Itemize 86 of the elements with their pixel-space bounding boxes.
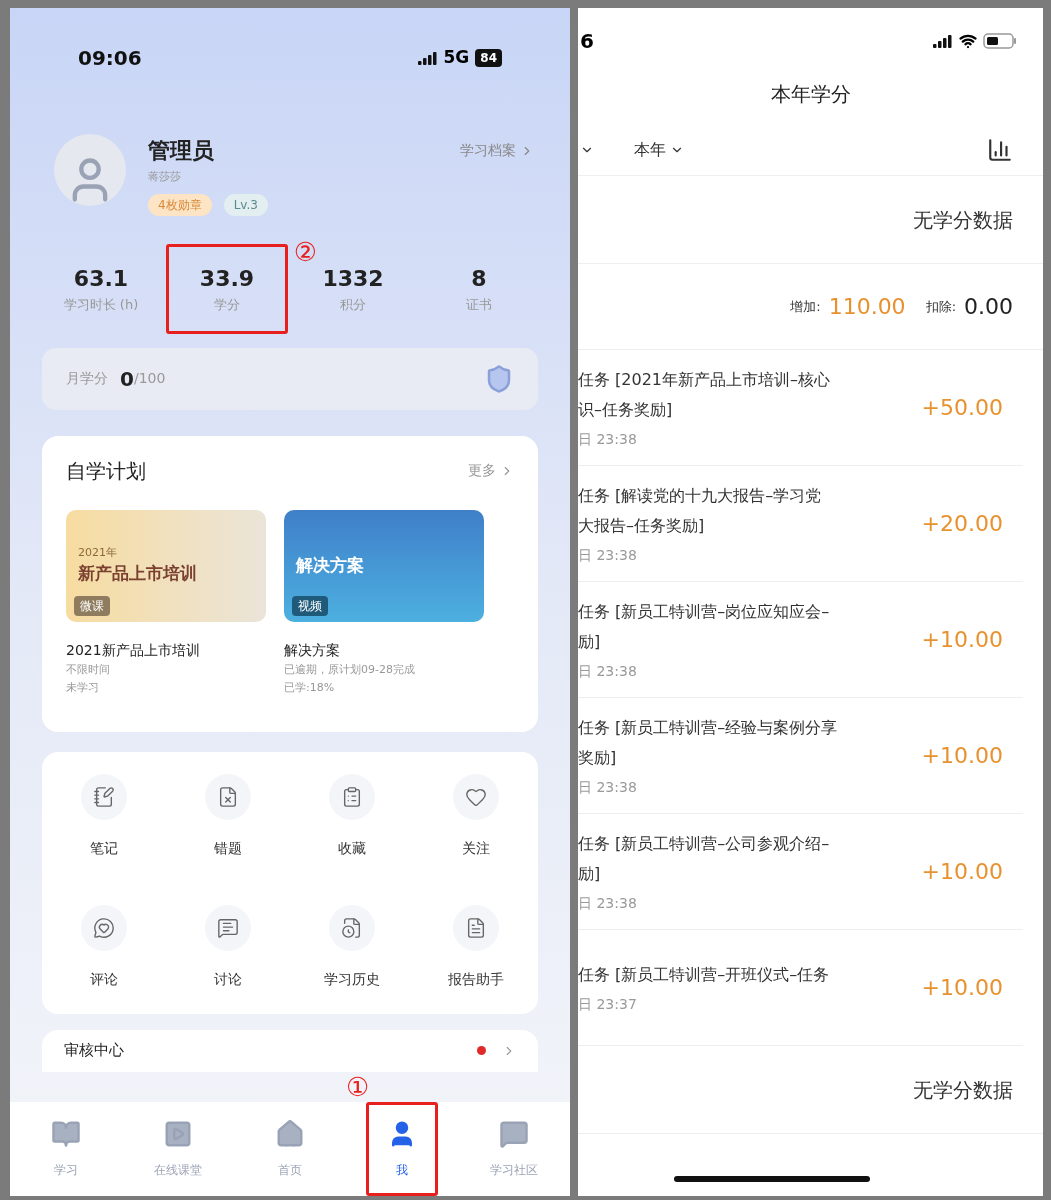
course-banner[interactable]: 解决方案 视频 bbox=[284, 509, 484, 622]
credit-record[interactable]: 任务 [解读党的十九大报告–学习党 大报告–任务奖励] 日 23:38 +20.00 bbox=[578, 466, 1023, 582]
record-time: 日 23:38 bbox=[578, 546, 638, 565]
record-amount: +10.00 bbox=[921, 858, 1003, 886]
credit-record[interactable]: 任务 [2021年新产品上市培训–核心 识–任务奖励] 日 23:38 +50.00 bbox=[578, 350, 1023, 466]
record-title: 任务 [新员工特训营–经验与案例分享 bbox=[578, 717, 839, 739]
shortcut-item[interactable]: 笔记 bbox=[42, 773, 166, 883]
page-title: 本年学分 bbox=[770, 81, 851, 108]
signal-icon bbox=[417, 51, 438, 65]
shortcut-item[interactable]: 错题 bbox=[166, 773, 290, 883]
user-subtitle: 蒋莎莎 bbox=[148, 169, 182, 185]
credit-record[interactable]: 任务 [新员工特训营–开班仪式–任务 日 23:37 +10.00 bbox=[578, 930, 1023, 1046]
course-status: 不限时间 bbox=[66, 661, 111, 678]
empty-message: 无学分数据 bbox=[913, 206, 1013, 234]
course-title[interactable]: 2021新产品上市培训 bbox=[66, 639, 266, 661]
medal-badge: 4枚勋章 bbox=[148, 193, 212, 216]
signal-icon bbox=[933, 34, 953, 48]
battery-indicator: 84 bbox=[475, 49, 502, 67]
annotation-number: ② bbox=[293, 238, 317, 265]
record-amount: +50.00 bbox=[921, 394, 1003, 422]
course-tag: 微课 bbox=[74, 595, 110, 616]
record-amount: +20.00 bbox=[921, 510, 1003, 538]
tab[interactable]: 我 bbox=[366, 1102, 438, 1196]
record-title: 任务 [新员工特训营–岗位应知应会– bbox=[578, 601, 831, 623]
shortcut-item[interactable]: 报告助手 bbox=[414, 904, 538, 1014]
bar-chart-icon[interactable] bbox=[987, 136, 1013, 163]
document-clock-icon bbox=[341, 916, 363, 939]
record-title: 任务 [2021年新产品上市培训–核心 bbox=[578, 369, 832, 391]
stat-item[interactable]: 1332 积分 bbox=[315, 243, 391, 334]
document-x-icon bbox=[217, 785, 239, 808]
record-amount: +10.00 bbox=[921, 626, 1003, 654]
annotation-number: ① bbox=[346, 1074, 370, 1100]
record-time: 日 23:38 bbox=[578, 778, 638, 797]
add-value: 110.00 bbox=[828, 293, 906, 321]
record-amount: +10.00 bbox=[921, 742, 1003, 770]
wifi-icon bbox=[959, 32, 977, 50]
notebook-icon bbox=[93, 785, 115, 808]
shortcut-item[interactable]: 收藏 bbox=[290, 773, 414, 883]
record-amount: +10.00 bbox=[921, 974, 1003, 1002]
chat-icon bbox=[499, 1119, 529, 1149]
shortcut-item[interactable]: 学习历史 bbox=[290, 904, 414, 1014]
review-card[interactable]: 审核中心 bbox=[42, 1029, 538, 1072]
chat-heart-icon bbox=[93, 916, 115, 939]
record-title: 励] bbox=[578, 631, 602, 653]
record-title: 任务 [新员工特训营–公司参观介绍– bbox=[578, 833, 831, 855]
record-title: 任务 [解读党的十九大报告–学习党 bbox=[578, 485, 823, 507]
record-time: 日 23:38 bbox=[578, 662, 638, 681]
status-time: 6 bbox=[580, 28, 594, 55]
shortcut-item[interactable]: 评论 bbox=[42, 904, 166, 1014]
course-tag: 视频 bbox=[292, 595, 328, 616]
course-title[interactable]: 解决方案 bbox=[284, 639, 484, 661]
status-time: 09:06 bbox=[78, 45, 142, 72]
record-title: 励] bbox=[578, 863, 602, 885]
record-time: 日 23:38 bbox=[578, 430, 638, 449]
deduct-label: 扣除: bbox=[925, 297, 956, 316]
document-lines-icon bbox=[465, 916, 487, 939]
record-time: 日 23:37 bbox=[578, 995, 638, 1014]
record-time: 日 23:38 bbox=[578, 894, 638, 913]
add-label: 增加: bbox=[790, 297, 821, 316]
home-icon bbox=[275, 1119, 305, 1149]
book-icon bbox=[51, 1119, 81, 1149]
credit-record[interactable]: 任务 [新员工特训营–公司参观介绍– 励] 日 23:38 +10.00 bbox=[578, 814, 1023, 930]
section-title: 自学计划 bbox=[66, 457, 146, 485]
chat-text-icon bbox=[217, 916, 239, 939]
record-title: 识–任务奖励] bbox=[578, 399, 674, 421]
empty-message: 无学分数据 bbox=[913, 1076, 1013, 1104]
course-status: 已逾期，原计划09-28完成 bbox=[284, 661, 416, 678]
user-name: 管理员 bbox=[148, 137, 214, 165]
record-title: 大报告–任务奖励] bbox=[578, 515, 706, 537]
shortcut-item[interactable]: 讨论 bbox=[166, 904, 290, 1014]
network-label: 5G bbox=[443, 46, 470, 70]
level-badge: Lv.3 bbox=[223, 193, 268, 216]
record-title: 奖励] bbox=[578, 747, 618, 769]
record-title: 任务 [新员工特训营–开班仪式–任务 bbox=[578, 964, 831, 986]
stat-item[interactable]: 63.1 学习时长 (h) bbox=[56, 243, 146, 334]
stat-item[interactable]: 8 证书 bbox=[459, 243, 499, 334]
credit-record[interactable]: 任务 [新员工特训营–岗位应知应会– 励] 日 23:38 +10.00 bbox=[578, 582, 1023, 698]
credit-record[interactable]: 任务 [新员工特训营–经验与案例分享 奖励] 日 23:38 +10.00 bbox=[578, 698, 1023, 814]
course-status: 已学:18% bbox=[284, 679, 336, 696]
course-banner[interactable]: 2021年 新产品上市培训 微课 bbox=[66, 509, 266, 622]
deduct-value: 0.00 bbox=[964, 293, 1013, 321]
year-filter[interactable]: 本年 bbox=[634, 137, 684, 162]
course-status: 未学习 bbox=[66, 679, 100, 696]
video-icon bbox=[163, 1119, 193, 1149]
battery-icon bbox=[983, 33, 1017, 49]
shortcut-item[interactable]: 关注 bbox=[414, 773, 538, 883]
